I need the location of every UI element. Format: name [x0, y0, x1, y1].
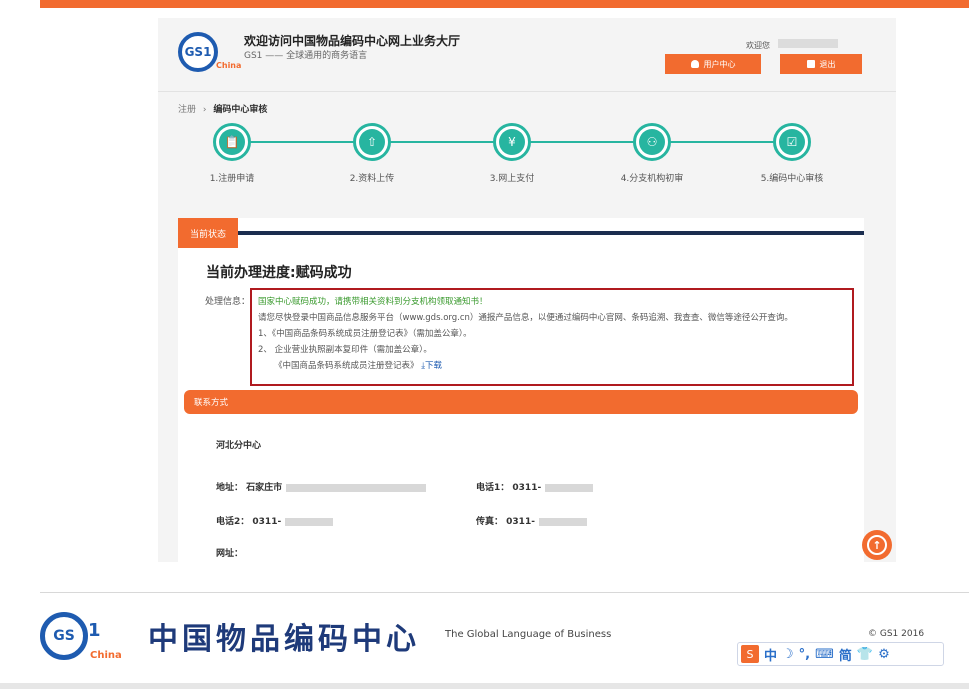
step-payment: ¥ 3.网上支付: [462, 123, 562, 184]
fax-label: 传真：: [476, 517, 504, 527]
moon-icon[interactable]: ☽: [782, 647, 794, 662]
footer-tagline: The Global Language of Business: [445, 629, 612, 640]
exit-icon: [806, 60, 815, 68]
arrow-up-icon: ↑: [867, 535, 887, 555]
download-link[interactable]: ⤓下载: [421, 361, 442, 371]
step-label: 2.资料上传: [349, 174, 395, 184]
breadcrumb-register[interactable]: 注册: [178, 105, 196, 115]
info-line-doc2: 2、 企业营业执照副本复印件（需加盖公章）。: [258, 345, 432, 355]
exit-button[interactable]: 退出: [780, 54, 862, 74]
simplified-toggle[interactable]: 简: [839, 645, 852, 664]
upload-icon: ⇧: [359, 129, 385, 155]
phone2-label: 电话2：: [216, 517, 250, 527]
info-line-success: 国家中心赋码成功，请携带相关资料到分支机构领取通知书！: [258, 297, 488, 307]
breadcrumb-separator: ›: [202, 105, 207, 115]
step-circle: ⚇: [633, 123, 671, 161]
breadcrumb: 注册 › 编码中心审核: [178, 102, 267, 115]
header-title: 欢迎访问中国物品编码中心网上业务大厅: [244, 34, 461, 48]
clipboard-icon: 📋: [219, 129, 245, 155]
bottom-strip: [0, 683, 969, 689]
footer-copyright: © GS1 2016: [868, 629, 925, 639]
info-line-platform: 请您尽快登录中国商品信息服务平台（www.gds.org.cn）通报产品信息，以…: [258, 313, 793, 323]
address-redacted: [286, 483, 427, 492]
step-circle: ¥: [493, 123, 531, 161]
username-redacted: [778, 39, 838, 48]
ime-toolbar: S 中 ☽ °, ⌨ 简 👕 ⚙: [737, 642, 944, 666]
header-subtitle: GS1 —— 全球通用的商务语言: [244, 51, 368, 61]
phone2-value: 0311-: [252, 517, 282, 527]
step-label: 3.网上支付: [489, 174, 535, 184]
info-line-form: 《中国商品条码系统成员注册登记表》 ⤓下载: [258, 358, 846, 374]
step-label: 5.编码中心审核: [760, 174, 824, 184]
fax-redacted: [538, 517, 587, 526]
address-field: 地址： 石家庄市: [216, 480, 427, 493]
punctuation-icon[interactable]: °,: [799, 647, 810, 662]
logo-text: GS1: [184, 45, 212, 59]
phone2-redacted: [285, 517, 334, 526]
phone2-field: 电话2： 0311-: [216, 514, 334, 527]
skin-icon[interactable]: 👕: [857, 647, 873, 662]
welcome-text: 欢迎您: [746, 41, 770, 50]
breadcrumb-current: 编码中心审核: [213, 105, 268, 115]
info-label: 处理信息：: [205, 297, 251, 307]
phone1-redacted: [545, 483, 594, 492]
step-circle: 📋: [213, 123, 251, 161]
step-circle: ⇧: [353, 123, 391, 161]
address-value: 石家庄市: [246, 483, 283, 493]
step-upload: ⇧ 2.资料上传: [322, 123, 422, 184]
gs1-logo[interactable]: GS1: [178, 32, 218, 72]
ime-logo-icon[interactable]: S: [741, 645, 759, 663]
step-label: 4.分支机构初审: [620, 174, 684, 184]
footer-logo-one: 1: [88, 620, 101, 641]
footer-divider: [40, 592, 969, 593]
top-accent-bar: [40, 0, 969, 8]
ime-chinese-toggle[interactable]: 中: [764, 645, 777, 664]
info-line-doc1: 1、《中国商品条码系统成员注册登记表》（需加盖公章）。: [258, 329, 472, 339]
footer-gs1-logo[interactable]: GS: [40, 612, 88, 660]
scroll-to-top-button[interactable]: ↑: [862, 530, 892, 560]
processing-info-box: 国家中心赋码成功，请携带相关资料到分支机构领取通知书！ 请您尽快登录中国商品信息…: [250, 288, 854, 386]
user-center-label: 用户中心: [703, 59, 736, 69]
website-label: 网址：: [216, 549, 244, 559]
progress-title: 当前办理进度:赋码成功: [206, 265, 352, 281]
fax-value: 0311-: [506, 517, 535, 527]
logo-china-label: China: [216, 61, 242, 70]
status-header-rule: [238, 231, 864, 235]
phone1-value: 0311-: [512, 483, 542, 493]
site-header: GS1 China 欢迎访问中国物品编码中心网上业务大厅 GS1 —— 全球通用…: [158, 18, 896, 88]
form-name: 《中国商品条码系统成员注册登记表》: [274, 361, 419, 371]
step-center-review: ☑ 5.编码中心审核: [742, 123, 842, 184]
keyboard-icon[interactable]: ⌨: [815, 647, 834, 662]
status-card: 当前状态 当前办理进度:赋码成功 处理信息： 国家中心赋码成功，请携带相关资料到…: [178, 218, 864, 562]
phone1-label: 电话1：: [476, 483, 510, 493]
phone1-field: 电话1： 0311-: [476, 480, 594, 493]
fax-field: 传真： 0311-: [476, 514, 587, 527]
step-circle: ☑: [773, 123, 811, 161]
step-registration: 📋 1.注册申请: [182, 123, 282, 184]
address-label: 地址：: [216, 483, 244, 493]
status-tab: 当前状态: [178, 218, 238, 248]
header-divider: [158, 91, 896, 92]
main-panel: GS1 China 欢迎访问中国物品编码中心网上业务大厅 GS1 —— 全球通用…: [158, 18, 896, 562]
step-label: 1.注册申请: [209, 174, 255, 184]
branch-name: 河北分中心: [216, 441, 262, 451]
calendar-check-icon: ☑: [779, 129, 805, 155]
network-icon: ⚇: [639, 129, 665, 155]
yuan-icon: ¥: [499, 129, 525, 155]
footer-logo-china: China: [90, 650, 122, 661]
step-branch-review: ⚇ 4.分支机构初审: [602, 123, 702, 184]
user-center-button[interactable]: 用户中心: [665, 54, 761, 74]
user-icon: [690, 60, 699, 68]
contact-header-bar: 联系方式: [184, 390, 858, 414]
footer-cn-name: 中国物品编码中心: [148, 622, 420, 657]
gear-icon[interactable]: ⚙: [878, 647, 890, 662]
exit-label: 退出: [819, 59, 836, 69]
